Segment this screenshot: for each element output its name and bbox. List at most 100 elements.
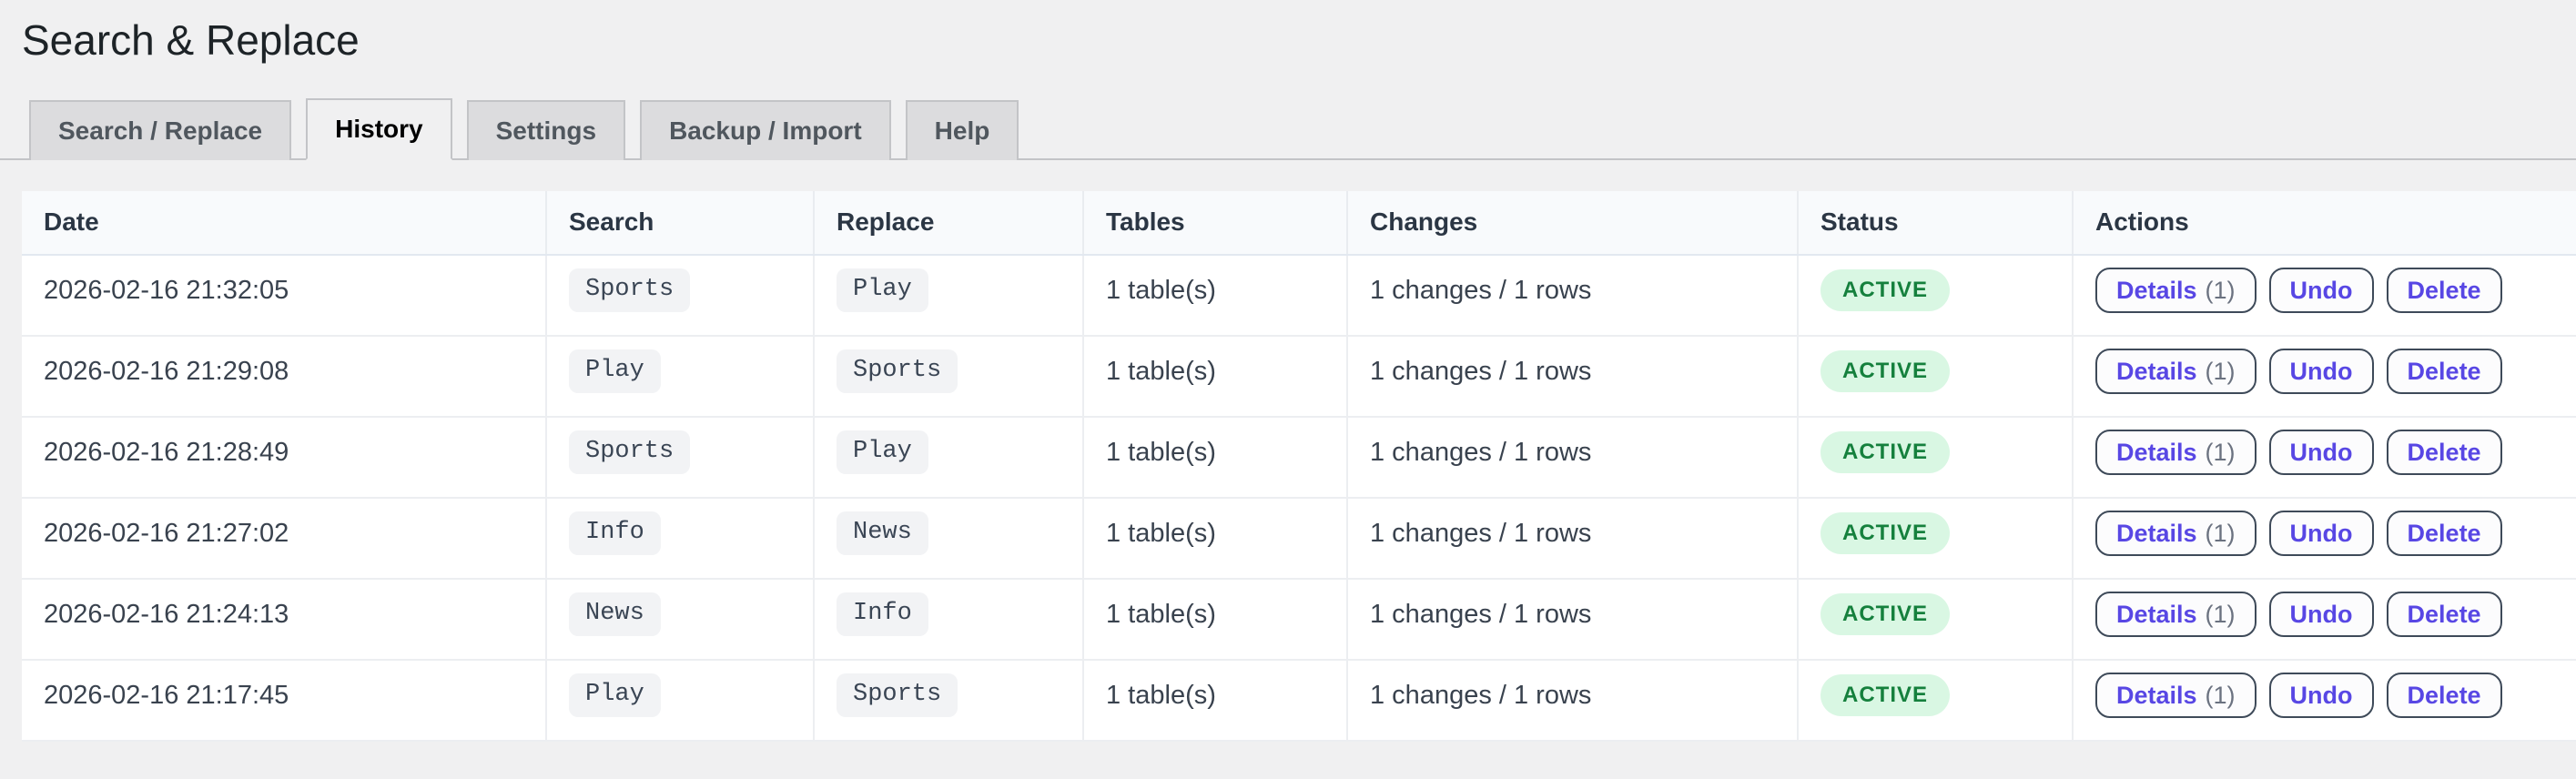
status-cell: ACTIVE bbox=[1798, 255, 2073, 336]
column-header-status: Status bbox=[1798, 191, 2073, 255]
tables-cell: 1 table(s) bbox=[1083, 417, 1347, 498]
delete-button[interactable]: Delete bbox=[2387, 430, 2502, 475]
delete-button[interactable]: Delete bbox=[2387, 268, 2502, 313]
column-header-date: Date bbox=[22, 191, 546, 255]
details-count: (1) bbox=[2206, 601, 2236, 629]
details-button[interactable]: Details (1) bbox=[2095, 349, 2257, 394]
changes-cell: 1 changes / 1 rows bbox=[1347, 255, 1798, 336]
actions-cell: Details (1) Undo Delete bbox=[2073, 417, 2576, 498]
details-count: (1) bbox=[2206, 439, 2236, 467]
status-badge: ACTIVE bbox=[1820, 350, 1950, 391]
date-cell: 2026-02-16 21:29:08 bbox=[22, 336, 546, 417]
status-badge: ACTIVE bbox=[1820, 674, 1950, 715]
table-row: 2026-02-16 21:27:02 Info News 1 table(s)… bbox=[22, 498, 2576, 579]
column-header-changes: Changes bbox=[1347, 191, 1798, 255]
replace-term-chip: Play bbox=[837, 268, 928, 311]
tables-cell: 1 table(s) bbox=[1083, 336, 1347, 417]
details-button[interactable]: Details (1) bbox=[2095, 268, 2257, 313]
table-row: 2026-02-16 21:28:49 Sports Play 1 table(… bbox=[22, 417, 2576, 498]
date-cell: 2026-02-16 21:28:49 bbox=[22, 417, 546, 498]
tab-backup-import[interactable]: Backup / Import bbox=[640, 100, 891, 160]
actions-group: Details (1) Undo Delete bbox=[2095, 268, 2567, 313]
replace-term-chip: Info bbox=[837, 592, 928, 635]
undo-button[interactable]: Undo bbox=[2269, 592, 2374, 637]
status-cell: ACTIVE bbox=[1798, 336, 2073, 417]
details-count: (1) bbox=[2206, 277, 2236, 305]
replace-term-chip: Sports bbox=[837, 349, 958, 392]
details-button-label: Details bbox=[2116, 520, 2197, 548]
column-header-search: Search bbox=[546, 191, 814, 255]
search-term-chip: Info bbox=[569, 511, 661, 554]
column-header-replace: Replace bbox=[814, 191, 1083, 255]
details-count: (1) bbox=[2206, 520, 2236, 548]
details-button[interactable]: Details (1) bbox=[2095, 511, 2257, 556]
status-cell: ACTIVE bbox=[1798, 498, 2073, 579]
replace-cell: News bbox=[814, 498, 1083, 579]
changes-cell: 1 changes / 1 rows bbox=[1347, 417, 1798, 498]
search-term-chip: Play bbox=[569, 673, 661, 716]
replace-cell: Sports bbox=[814, 660, 1083, 741]
details-button[interactable]: Details (1) bbox=[2095, 673, 2257, 718]
column-header-actions: Actions bbox=[2073, 191, 2576, 255]
date-cell: 2026-02-16 21:24:13 bbox=[22, 579, 546, 660]
changes-cell: 1 changes / 1 rows bbox=[1347, 660, 1798, 741]
undo-button[interactable]: Undo bbox=[2269, 430, 2374, 475]
search-cell: Sports bbox=[546, 255, 814, 336]
status-badge: ACTIVE bbox=[1820, 431, 1950, 472]
search-term-chip: Sports bbox=[569, 430, 690, 473]
tables-cell: 1 table(s) bbox=[1083, 498, 1347, 579]
delete-button[interactable]: Delete bbox=[2387, 592, 2502, 637]
actions-group: Details (1) Undo Delete bbox=[2095, 511, 2567, 556]
search-term-chip: News bbox=[569, 592, 661, 635]
status-cell: ACTIVE bbox=[1798, 660, 2073, 741]
tab-history[interactable]: History bbox=[306, 98, 451, 160]
page-title: Search & Replace bbox=[22, 15, 2576, 67]
changes-cell: 1 changes / 1 rows bbox=[1347, 579, 1798, 660]
status-badge: ACTIVE bbox=[1820, 512, 1950, 553]
search-term-chip: Sports bbox=[569, 268, 690, 311]
undo-button[interactable]: Undo bbox=[2269, 349, 2374, 394]
tab-search-replace[interactable]: Search / Replace bbox=[29, 100, 291, 160]
actions-group: Details (1) Undo Delete bbox=[2095, 430, 2567, 475]
date-cell: 2026-02-16 21:32:05 bbox=[22, 255, 546, 336]
tables-cell: 1 table(s) bbox=[1083, 660, 1347, 741]
delete-button[interactable]: Delete bbox=[2387, 511, 2502, 556]
status-cell: ACTIVE bbox=[1798, 579, 2073, 660]
search-cell: Sports bbox=[546, 417, 814, 498]
details-count: (1) bbox=[2206, 358, 2236, 386]
undo-button[interactable]: Undo bbox=[2269, 511, 2374, 556]
status-cell: ACTIVE bbox=[1798, 417, 2073, 498]
table-header-row: Date Search Replace Tables Changes Statu… bbox=[22, 191, 2576, 255]
details-button[interactable]: Details (1) bbox=[2095, 592, 2257, 637]
changes-cell: 1 changes / 1 rows bbox=[1347, 498, 1798, 579]
replace-term-chip: Play bbox=[837, 430, 928, 473]
actions-group: Details (1) Undo Delete bbox=[2095, 673, 2567, 718]
details-button-label: Details bbox=[2116, 682, 2197, 710]
date-cell: 2026-02-16 21:27:02 bbox=[22, 498, 546, 579]
actions-cell: Details (1) Undo Delete bbox=[2073, 579, 2576, 660]
column-header-tables: Tables bbox=[1083, 191, 1347, 255]
undo-button[interactable]: Undo bbox=[2269, 268, 2374, 313]
details-button-label: Details bbox=[2116, 601, 2197, 629]
actions-cell: Details (1) Undo Delete bbox=[2073, 255, 2576, 336]
search-cell: Info bbox=[546, 498, 814, 579]
search-cell: Play bbox=[546, 660, 814, 741]
delete-button[interactable]: Delete bbox=[2387, 349, 2502, 394]
tab-help[interactable]: Help bbox=[906, 100, 1019, 160]
replace-cell: Info bbox=[814, 579, 1083, 660]
search-cell: News bbox=[546, 579, 814, 660]
tables-cell: 1 table(s) bbox=[1083, 255, 1347, 336]
actions-cell: Details (1) Undo Delete bbox=[2073, 498, 2576, 579]
undo-button[interactable]: Undo bbox=[2269, 673, 2374, 718]
details-button[interactable]: Details (1) bbox=[2095, 430, 2257, 475]
tables-cell: 1 table(s) bbox=[1083, 579, 1347, 660]
delete-button[interactable]: Delete bbox=[2387, 673, 2502, 718]
tab-bar: Search / Replace History Settings Backup… bbox=[0, 98, 2576, 160]
actions-group: Details (1) Undo Delete bbox=[2095, 592, 2567, 637]
history-table: Date Search Replace Tables Changes Statu… bbox=[22, 191, 2576, 742]
replace-term-chip: Sports bbox=[837, 673, 958, 716]
actions-cell: Details (1) Undo Delete bbox=[2073, 660, 2576, 741]
tab-settings[interactable]: Settings bbox=[467, 100, 625, 160]
replace-cell: Play bbox=[814, 417, 1083, 498]
actions-group: Details (1) Undo Delete bbox=[2095, 349, 2567, 394]
